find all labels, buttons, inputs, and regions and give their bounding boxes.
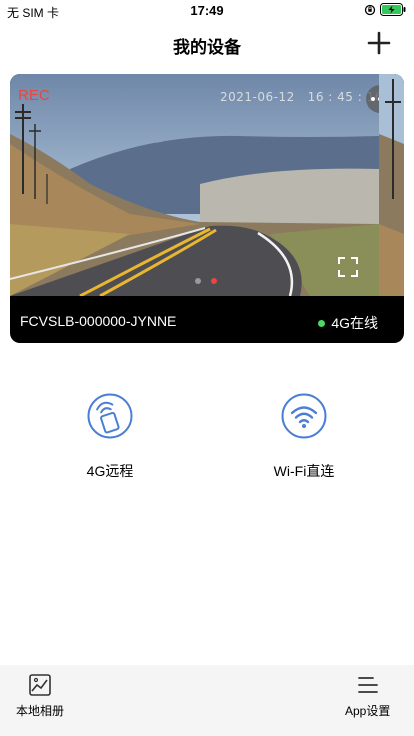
rec-label: REC	[18, 87, 50, 104]
status-bar: 无 SIM 卡 17:49	[0, 0, 414, 22]
status-label: 4G在线	[331, 315, 378, 331]
page-title: 我的设备	[173, 38, 241, 57]
road-landscape-image	[10, 74, 379, 296]
wifi-icon	[281, 393, 327, 439]
tab-bar: 本地相册 App设置	[0, 665, 414, 736]
status-dot-icon	[318, 319, 326, 327]
status-icons	[364, 3, 406, 16]
menu-icon	[357, 677, 378, 693]
rotation-lock-icon	[364, 4, 376, 15]
recording-timestamp: 2021-06-12 16 : 45 : 16	[220, 90, 379, 104]
fullscreen-icon[interactable]	[337, 256, 359, 278]
device-name: FCVSLB-000000-JYNNE	[20, 313, 177, 329]
tab-local-album[interactable]: 本地相册	[16, 673, 64, 719]
tab-label: App设置	[345, 704, 391, 718]
tab-app-settings[interactable]: App设置	[345, 673, 390, 719]
nav-bar: 我的设备	[0, 22, 414, 64]
carousel-dot-active	[211, 278, 217, 284]
mode-label: Wi-Fi直连	[273, 463, 335, 479]
online-status: 4G在线	[318, 313, 378, 333]
camera-preview[interactable]: REC 2021-06-12 16 : 45 : 16	[10, 74, 379, 296]
carousel-dot	[195, 278, 201, 284]
battery-charging-icon	[380, 3, 406, 16]
remote-4g-icon	[87, 393, 133, 439]
photo-album-icon	[29, 674, 51, 696]
more-dot-icon	[371, 97, 375, 101]
tab-label: 本地相册	[16, 704, 65, 718]
landscape-image	[379, 74, 404, 296]
next-camera-preview[interactable]	[379, 74, 404, 296]
add-device-button[interactable]	[366, 30, 392, 56]
carousel-indicator	[195, 278, 217, 284]
mode-4g-remote[interactable]: 4G远程	[45, 393, 175, 481]
mode-label: 4G远程	[86, 463, 134, 479]
status-time: 17:49	[190, 3, 224, 18]
mode-wifi-direct[interactable]: Wi-Fi直连	[239, 393, 369, 481]
device-card[interactable]: REC 2021-06-12 16 : 45 : 16 FCVSLB-00000…	[10, 74, 404, 343]
